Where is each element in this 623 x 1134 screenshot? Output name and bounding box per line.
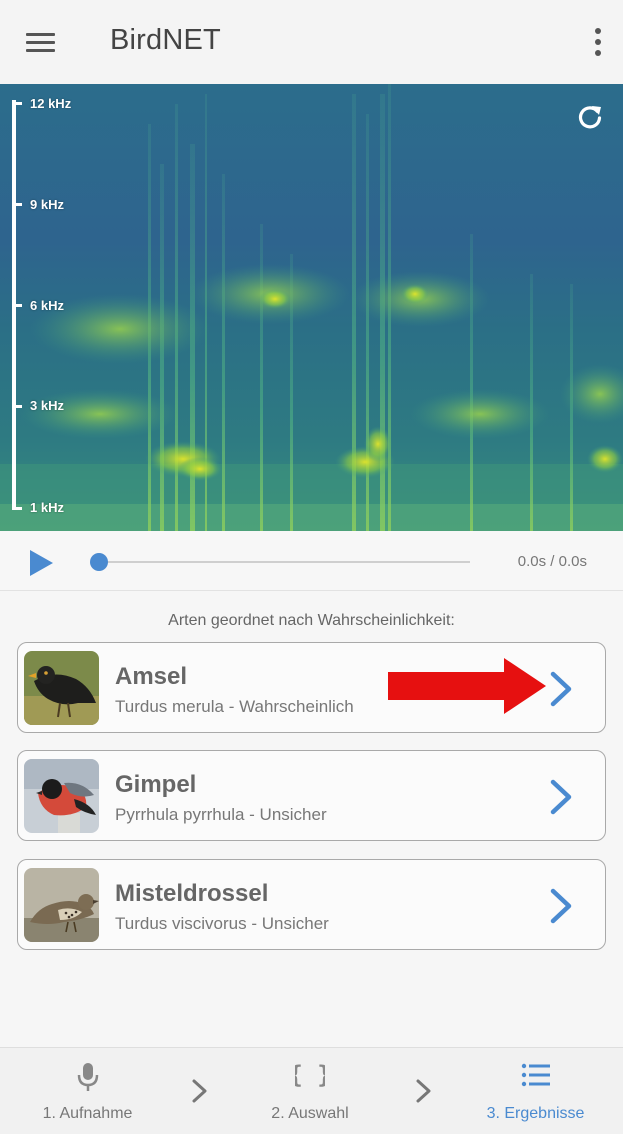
play-icon[interactable]	[26, 548, 56, 578]
bottom-navigation: 1. Aufnahme { } 2. Auswahl 3. Ergebnisse	[0, 1047, 623, 1134]
chevron-right-icon	[414, 1078, 434, 1104]
playback-time: 0.0s / 0.0s	[517, 553, 587, 570]
spectrogram-image	[0, 84, 623, 531]
chevron-right-icon[interactable]	[545, 670, 575, 708]
hamburger-menu-icon[interactable]	[22, 26, 62, 58]
app-title: BirdNET	[110, 24, 221, 56]
results-heading: Arten geordnet nach Wahrscheinlichkeit:	[168, 612, 455, 629]
species-name: Gimpel	[115, 771, 197, 798]
list-icon	[521, 1062, 551, 1093]
chevron-right-icon[interactable]	[545, 887, 575, 925]
frequency-label: 3 kHz	[30, 398, 64, 413]
frequency-tick	[12, 405, 22, 408]
frequency-tick	[12, 203, 22, 206]
app-bar: BirdNET	[0, 0, 623, 84]
microphone-icon	[77, 1062, 99, 1097]
braces-icon: { }	[288, 1060, 331, 1095]
seek-handle[interactable]	[90, 553, 108, 571]
svg-text:{ }: { }	[295, 1061, 325, 1089]
frequency-label: 6 kHz	[30, 298, 64, 313]
nav-label: 2. Auswahl	[271, 1105, 349, 1122]
nav-step-aufnahme[interactable]: 1. Aufnahme	[20, 1048, 155, 1134]
chevron-right-icon[interactable]	[545, 778, 575, 816]
nav-label: 3. Ergebnisse	[486, 1105, 585, 1122]
spectrogram: 12 kHz 9 kHz 6 kHz 3 kHz 1 kHz	[0, 84, 623, 531]
frequency-tick	[12, 102, 22, 105]
seek-bar[interactable]	[98, 561, 470, 563]
nav-step-auswahl[interactable]: { } 2. Auswahl	[245, 1048, 375, 1134]
nav-step-ergebnisse[interactable]: 3. Ergebnisse	[468, 1048, 603, 1134]
annotation-arrow-icon	[386, 658, 546, 714]
more-options-icon[interactable]	[593, 26, 603, 58]
species-subtitle: Turdus merula - Wahrscheinlich	[115, 697, 354, 716]
nav-label: 1. Aufnahme	[42, 1105, 133, 1122]
frequency-label: 1 kHz	[30, 500, 64, 515]
species-name: Misteldrossel	[115, 880, 269, 907]
chevron-right-icon	[190, 1078, 210, 1104]
species-card-gimpel[interactable]: Gimpel Pyrrhula pyrrhula - Unsicher	[17, 750, 606, 841]
bird-thumbnail	[24, 868, 99, 942]
frequency-label: 12 kHz	[30, 96, 72, 111]
species-card-misteldrossel[interactable]: Misteldrossel Turdus viscivorus - Unsich…	[17, 859, 606, 950]
species-name: Amsel	[115, 663, 188, 690]
frequency-tick	[12, 507, 22, 510]
frequency-label: 9 kHz	[30, 197, 64, 212]
refresh-icon[interactable]	[575, 102, 605, 132]
frequency-tick	[12, 304, 22, 307]
species-subtitle: Pyrrhula pyrrhula - Unsicher	[115, 805, 327, 824]
audio-player: 0.0s / 0.0s	[0, 531, 623, 591]
bird-thumbnail	[24, 651, 99, 725]
bird-thumbnail	[24, 759, 99, 833]
species-subtitle: Turdus viscivorus - Unsicher	[115, 914, 329, 933]
